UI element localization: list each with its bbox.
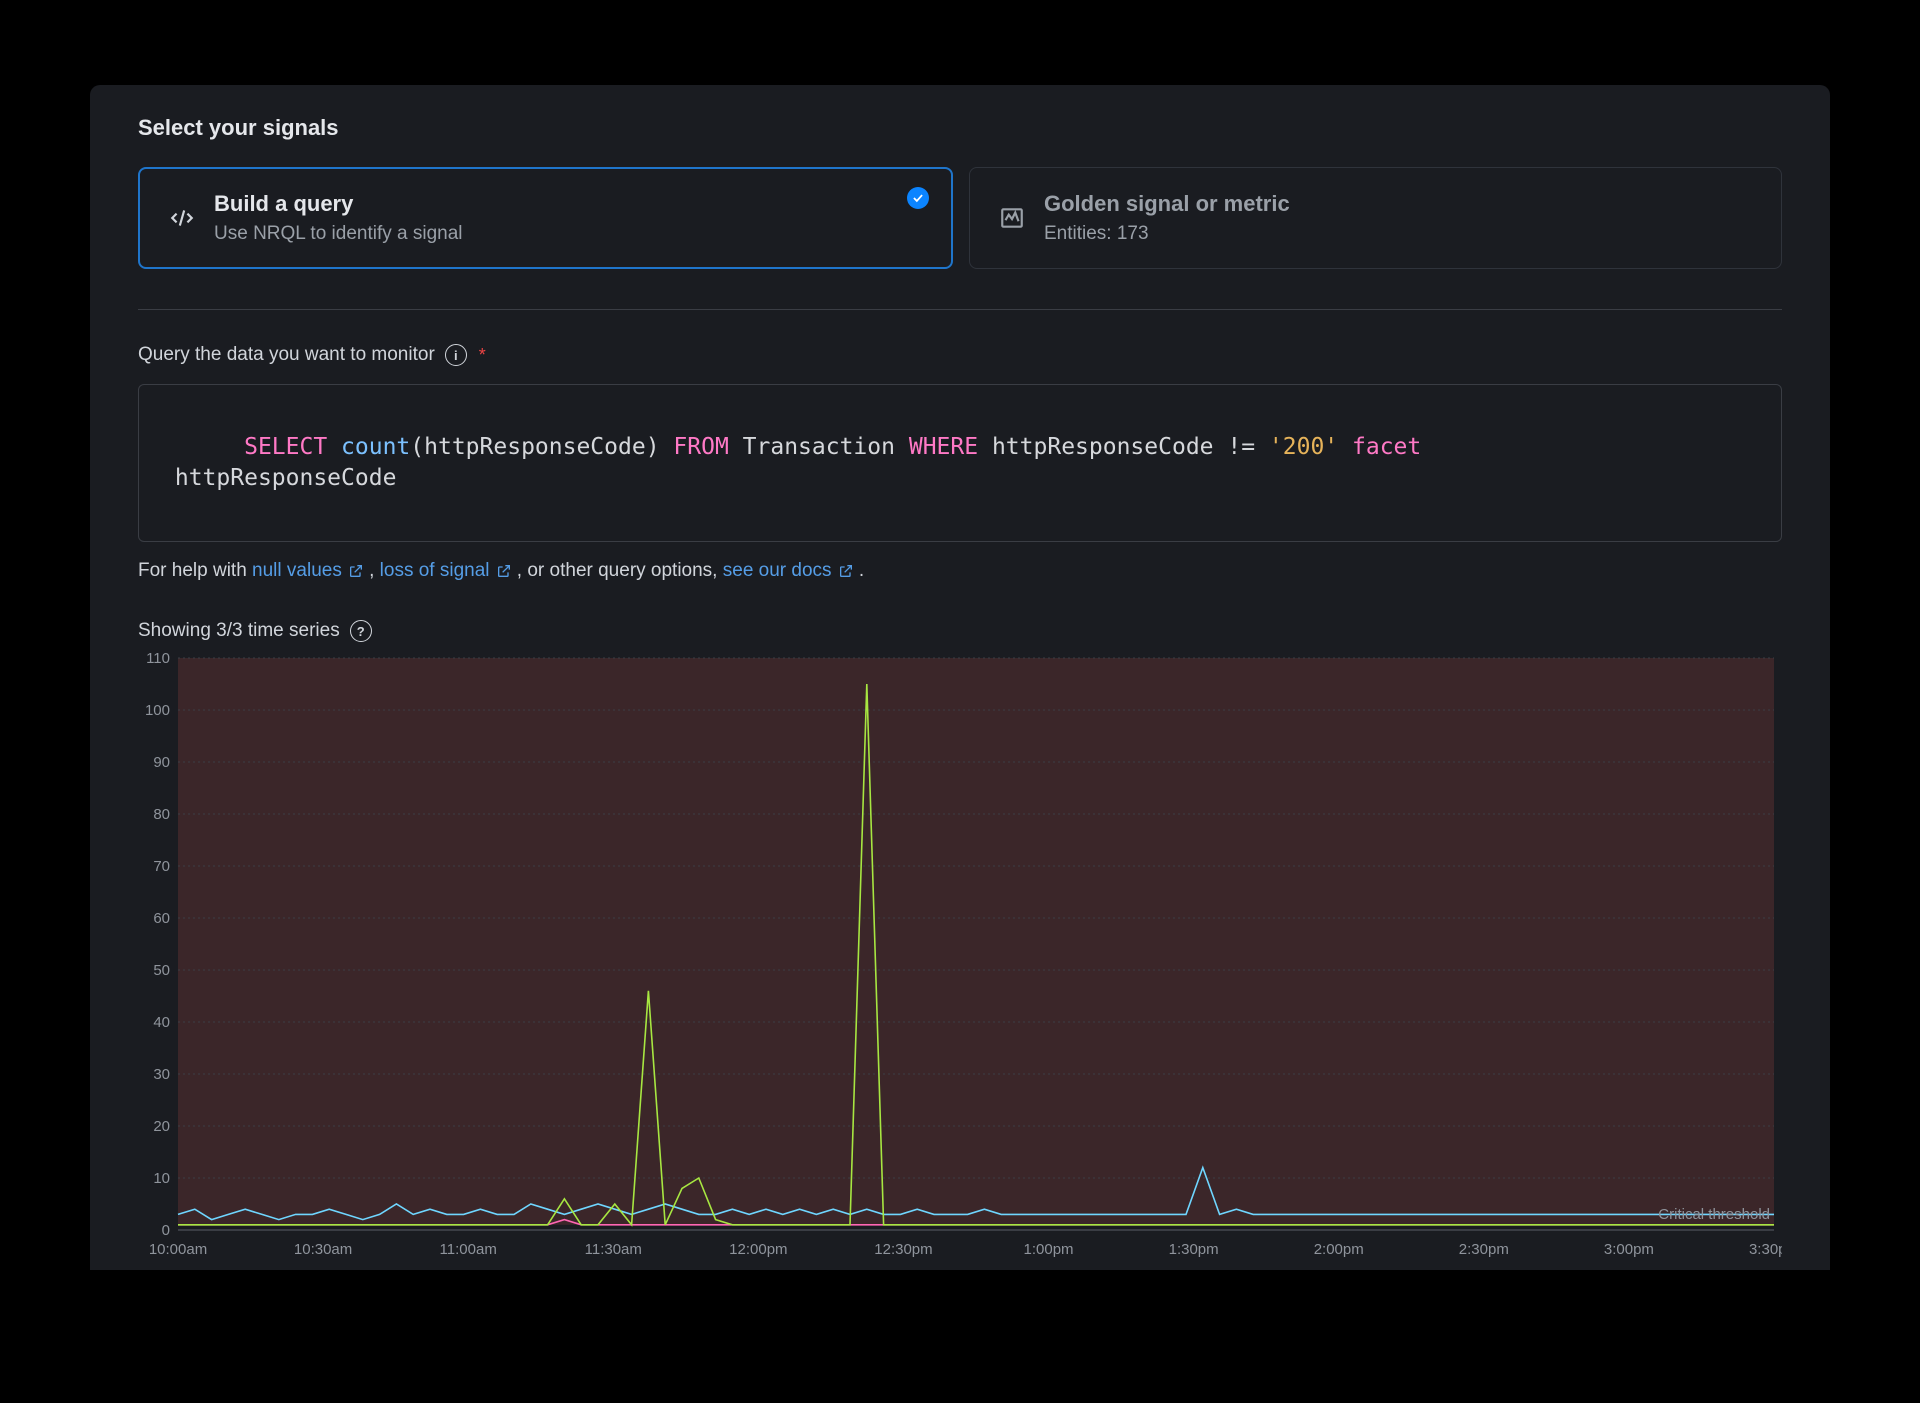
svg-text:10:00am: 10:00am: [149, 1241, 207, 1258]
svg-text:110: 110: [146, 652, 170, 667]
svg-text:10:30am: 10:30am: [294, 1241, 352, 1258]
svg-text:3:30pm: 3:30pm: [1749, 1241, 1782, 1258]
svg-text:1:30pm: 1:30pm: [1169, 1241, 1219, 1258]
timeseries-chart[interactable]: 0 10 20 30 40 50 60 70 80 90 100 110 10:00am 10:30am 1…: [138, 652, 1782, 1262]
svg-text:100: 100: [145, 702, 170, 719]
external-link-icon: [496, 563, 512, 579]
svg-text:1:00pm: 1:00pm: [1024, 1241, 1074, 1258]
svg-text:40: 40: [153, 1014, 170, 1031]
svg-text:60: 60: [153, 910, 170, 927]
signals-panel: Select your signals Build a query Use NR…: [90, 85, 1830, 1270]
kw-where: WHERE: [909, 434, 978, 460]
section-title: Select your signals: [138, 115, 1782, 141]
svg-text:11:00am: 11:00am: [440, 1241, 497, 1258]
nrql-query-input[interactable]: SELECT count(httpResponseCode) FROM Tran…: [138, 384, 1782, 542]
svg-text:12:30pm: 12:30pm: [874, 1241, 932, 1258]
kw-select: SELECT: [244, 434, 327, 460]
card-subtitle: Use NRQL to identify a signal: [214, 223, 923, 245]
card-build-query[interactable]: Build a query Use NRQL to identify a sig…: [138, 167, 953, 269]
required-star: *: [479, 345, 486, 366]
card-golden-signal[interactable]: Golden signal or metric Entities: 173: [969, 167, 1782, 269]
card-title: Golden signal or metric: [1044, 191, 1753, 217]
help-text: For help with null values , loss of sign…: [138, 560, 1782, 582]
args: (httpResponseCode): [410, 434, 659, 460]
query-label-text: Query the data you want to monitor: [138, 344, 435, 366]
external-link-icon: [838, 563, 854, 579]
svg-text:10: 10: [153, 1170, 170, 1187]
link-null-values[interactable]: null values: [252, 560, 364, 582]
svg-text:2:00pm: 2:00pm: [1314, 1241, 1364, 1258]
kw-facet: facet: [1352, 434, 1421, 460]
help-icon[interactable]: ?: [350, 620, 372, 642]
svg-text:2:30pm: 2:30pm: [1459, 1241, 1509, 1258]
code-icon: [168, 205, 196, 231]
svg-text:30: 30: [153, 1066, 170, 1083]
link-loss-of-signal[interactable]: loss of signal: [380, 560, 512, 582]
facet-field: httpResponseCode: [175, 465, 397, 491]
kw-from: FROM: [673, 434, 728, 460]
svg-text:70: 70: [153, 858, 170, 875]
svg-text:3:00pm: 3:00pm: [1604, 1241, 1654, 1258]
link-see-docs[interactable]: see our docs: [723, 560, 854, 582]
svg-text:11:30am: 11:30am: [585, 1241, 642, 1258]
cond: httpResponseCode !=: [992, 434, 1269, 460]
svg-text:80: 80: [153, 806, 170, 823]
divider: [138, 309, 1782, 310]
showing-label: Showing 3/3 time series ?: [138, 620, 1782, 642]
svg-text:90: 90: [153, 754, 170, 771]
card-title: Build a query: [214, 191, 923, 217]
svg-text:0: 0: [162, 1222, 170, 1239]
string-lit: '200': [1269, 434, 1338, 460]
check-icon: [907, 187, 929, 209]
svg-text:50: 50: [153, 962, 170, 979]
info-icon[interactable]: i: [445, 344, 467, 366]
signal-type-cards: Build a query Use NRQL to identify a sig…: [138, 167, 1782, 269]
metric-icon: [998, 205, 1026, 231]
svg-text:Critical threshold: Critical threshold: [1658, 1206, 1770, 1223]
table: Transaction: [743, 434, 895, 460]
svg-text:20: 20: [153, 1118, 170, 1135]
card-subtitle: Entities: 173: [1044, 223, 1753, 245]
external-link-icon: [348, 563, 364, 579]
svg-text:12:00pm: 12:00pm: [729, 1241, 787, 1258]
query-label: Query the data you want to monitor i *: [138, 344, 1782, 366]
fn-count: count: [341, 434, 410, 460]
